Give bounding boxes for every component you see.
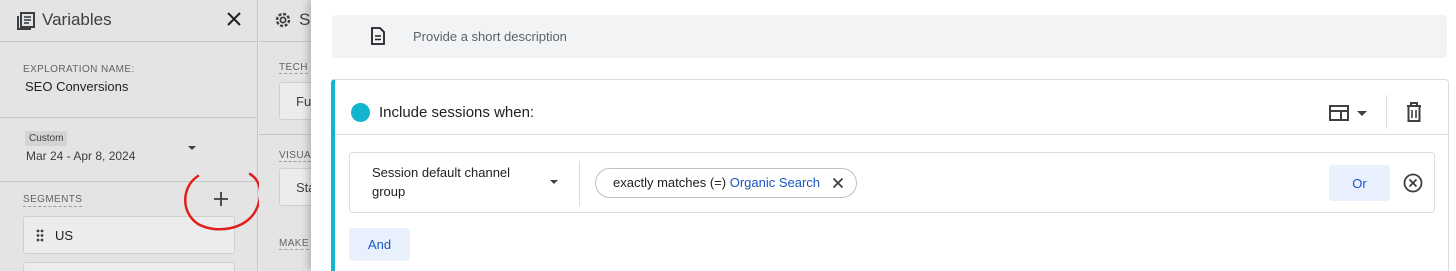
segment-builder-sheet: Provide a short description Include sess… <box>311 0 1456 271</box>
settings-header: Se <box>259 0 320 42</box>
segment-item[interactable] <box>23 262 235 271</box>
segment-name: US <box>55 228 74 243</box>
date-range-value: Mar 24 - Apr 8, 2024 <box>26 149 136 163</box>
trash-icon[interactable] <box>1403 100 1425 124</box>
segment-item[interactable]: US <box>23 216 235 254</box>
technique-label: TECH <box>279 62 308 74</box>
dimension-select[interactable]: Session default channel group <box>350 153 579 212</box>
gear-icon <box>275 12 291 28</box>
or-button[interactable]: Or <box>1329 165 1390 201</box>
remove-circle-icon[interactable] <box>1402 172 1424 194</box>
header-divider <box>1386 95 1387 129</box>
dimension-label: Session default channel group <box>372 165 511 199</box>
variables-header: Variables <box>0 0 258 42</box>
condition-operator: exactly matches (=) <box>613 175 727 190</box>
close-icon[interactable] <box>832 177 844 189</box>
condition-indicator <box>351 103 370 122</box>
condition-chip[interactable]: exactly matches (=) Organic Search <box>595 168 858 198</box>
rule-divider <box>579 161 580 206</box>
variables-title: Variables <box>42 10 112 29</box>
visualization-label: VISUA <box>279 150 312 162</box>
variables-list-icon <box>17 12 35 30</box>
plus-icon[interactable] <box>210 188 232 210</box>
exploration-name-value[interactable]: SEO Conversions <box>25 79 128 94</box>
condition-value: Organic Search <box>729 175 821 190</box>
segments-label: SEGMENTS <box>23 194 83 207</box>
and-button[interactable]: And <box>349 228 410 261</box>
description-field[interactable]: Provide a short description <box>332 15 1447 58</box>
chevron-down-icon <box>188 146 196 150</box>
technique-value: Fu <box>296 94 312 109</box>
close-icon[interactable] <box>224 9 244 29</box>
exploration-name-section: EXPLORATION NAME: SEO Conversions <box>0 42 258 118</box>
condition-divider <box>335 134 1449 135</box>
layout-icon[interactable] <box>1327 101 1373 125</box>
date-range-selector[interactable]: Custom Mar 24 - Apr 8, 2024 <box>0 118 258 182</box>
drag-handle-icon[interactable] <box>36 229 44 242</box>
document-icon <box>371 27 385 45</box>
exploration-name-label: EXPLORATION NAME: <box>23 64 135 75</box>
condition-header: Include sessions when: <box>379 104 535 121</box>
condition-rule: Session default channel group exactly ma… <box>349 152 1435 213</box>
make-label: MAKE <box>279 238 309 250</box>
description-placeholder: Provide a short description <box>413 29 567 44</box>
settings-panel: Se TECH Fu VISUA Sta MAKE <box>259 0 339 271</box>
settings-divider <box>259 134 319 135</box>
segments-section: SEGMENTS US <box>0 182 258 271</box>
variables-panel: Variables EXPLORATION NAME: SEO Conversi… <box>0 0 262 271</box>
condition-group: Include sessions when: Session default c… <box>331 79 1449 271</box>
chevron-down-icon <box>550 180 558 184</box>
date-preset-chip: Custom <box>25 131 68 146</box>
